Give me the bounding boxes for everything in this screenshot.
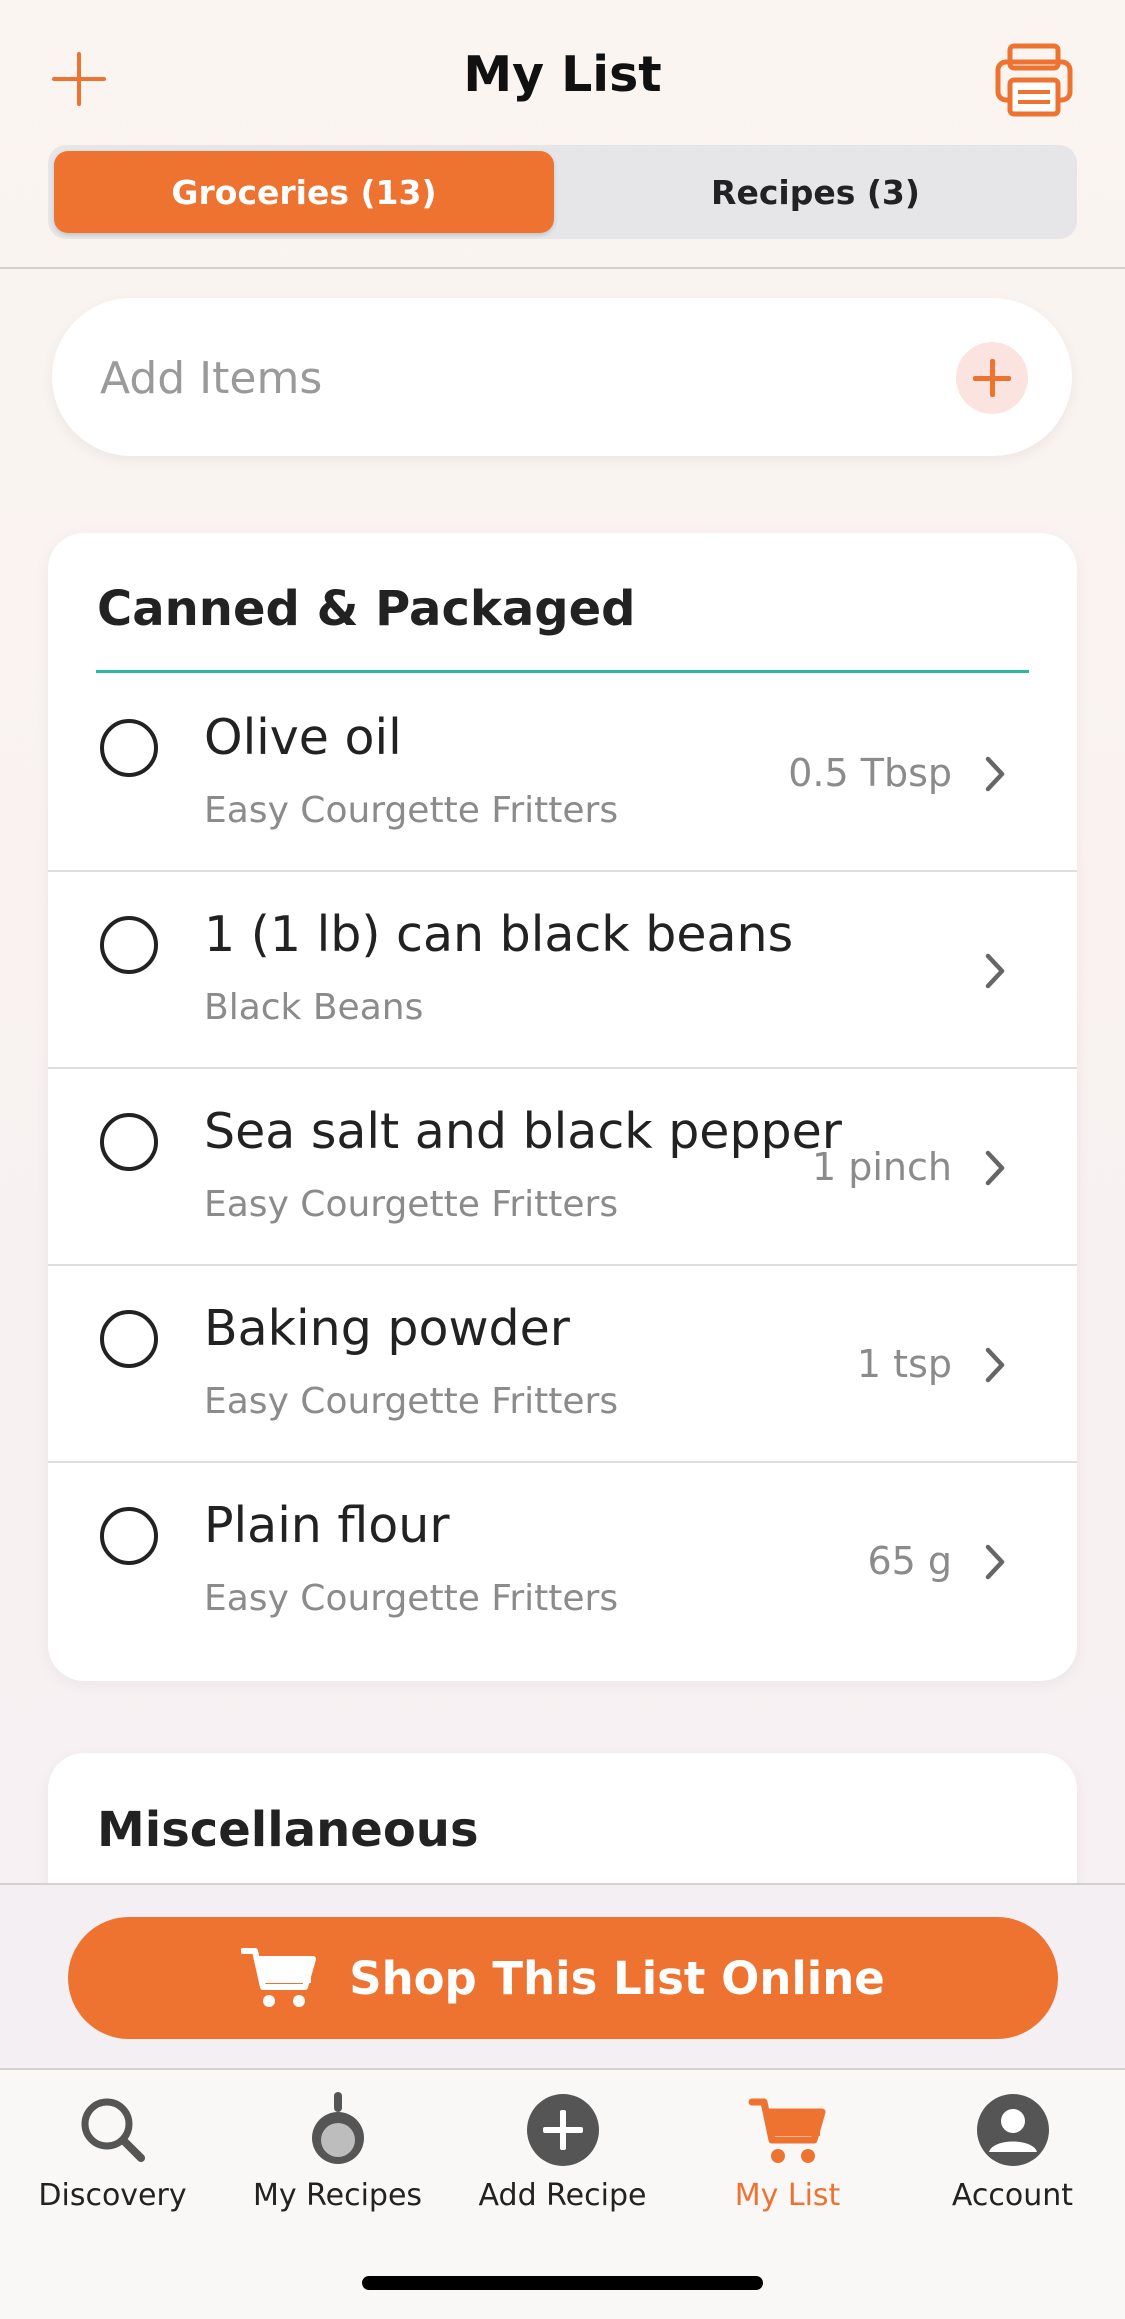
- item-source: Black Beans: [204, 987, 424, 1028]
- item-name: Plain flour: [204, 1497, 450, 1554]
- item-source: Easy Courgette Fritters: [204, 790, 619, 831]
- tab-account[interactable]: Account: [900, 2090, 1125, 2213]
- printer-icon[interactable]: [994, 40, 1074, 120]
- list-item[interactable]: 1 (1 lb) can black beans Black Beans: [48, 870, 1077, 1069]
- home-indicator: [362, 2276, 763, 2290]
- add-items-input[interactable]: [98, 338, 922, 418]
- list-item[interactable]: Baking powder Easy Courgette Fritters 1 …: [48, 1264, 1077, 1463]
- tab-label: My List: [734, 2178, 841, 2213]
- add-item-button[interactable]: [956, 342, 1028, 414]
- user-icon: [976, 2094, 1049, 2166]
- tab-my-recipes[interactable]: My Recipes: [225, 2090, 450, 2213]
- item-source: Easy Courgette Fritters: [204, 1578, 619, 1619]
- chevron-right-icon: [985, 756, 1005, 792]
- list-item[interactable]: Sea salt and black pepper Easy Courgette…: [48, 1067, 1077, 1266]
- cart-icon: [748, 2098, 825, 2163]
- item-name: Olive oil: [204, 709, 402, 766]
- tab-my-list[interactable]: My List: [675, 2090, 900, 2213]
- category-title: Miscellaneous: [97, 1802, 479, 1858]
- checkbox-circle[interactable]: [100, 1310, 158, 1368]
- checkbox-circle[interactable]: [100, 719, 158, 777]
- page-title: My List: [463, 46, 662, 103]
- shop-button-label: Shop This List Online: [349, 1951, 885, 2005]
- item-quantity: 65 g: [867, 1539, 952, 1583]
- header-divider: [0, 267, 1125, 269]
- list-item[interactable]: Olive oil Easy Courgette Fritters 0.5 Tb…: [48, 673, 1077, 872]
- tab-label: Add Recipe: [478, 2178, 647, 2213]
- cart-icon: [241, 1948, 317, 2007]
- add-items-bar: [52, 298, 1072, 456]
- checkbox-circle[interactable]: [100, 1113, 158, 1171]
- tab-groceries[interactable]: Groceries (13): [54, 151, 554, 233]
- item-quantity: 1 pinch: [812, 1145, 952, 1189]
- tab-label: My Recipes: [252, 2178, 423, 2213]
- header: My List Groceries (13) Recipes (3): [0, 0, 1125, 269]
- chevron-right-icon: [985, 953, 1005, 989]
- search-icon: [81, 2098, 145, 2162]
- checkbox-circle[interactable]: [100, 916, 158, 974]
- chevron-right-icon: [985, 1150, 1005, 1186]
- tab-recipes[interactable]: Recipes (3): [560, 151, 1071, 233]
- list-segmented-control: Groceries (13) Recipes (3): [48, 145, 1077, 239]
- tab-label: Account: [951, 2178, 1074, 2213]
- chevron-right-icon: [985, 1347, 1005, 1383]
- category-title: Canned & Packaged: [97, 581, 636, 637]
- checkbox-circle[interactable]: [100, 1507, 158, 1565]
- chevron-right-icon: [985, 1544, 1005, 1580]
- item-source: Easy Courgette Fritters: [204, 1184, 619, 1225]
- item-quantity: 1 tsp: [856, 1342, 952, 1386]
- shop-online-button[interactable]: Shop This List Online: [68, 1917, 1058, 2039]
- item-name: Baking powder: [204, 1300, 570, 1357]
- shop-bar: Shop This List Online: [0, 1883, 1125, 2071]
- item-source: Easy Courgette Fritters: [204, 1381, 619, 1422]
- item-name: 1 (1 lb) can black beans: [204, 906, 794, 963]
- list-item[interactable]: Plain flour Easy Courgette Fritters 65 g: [48, 1461, 1077, 1658]
- plus-circle-icon: [526, 2094, 599, 2166]
- item-name: Sea salt and black pepper: [204, 1103, 842, 1160]
- item-quantity: 0.5 Tbsp: [788, 751, 952, 795]
- pan-icon: [311, 2092, 364, 2164]
- tab-discovery[interactable]: Discovery: [0, 2090, 225, 2213]
- category-card-canned-packaged: Canned & Packaged Olive oil Easy Courget…: [48, 533, 1077, 1681]
- tab-label: Discovery: [38, 2178, 187, 2213]
- tab-add-recipe[interactable]: Add Recipe: [450, 2090, 675, 2213]
